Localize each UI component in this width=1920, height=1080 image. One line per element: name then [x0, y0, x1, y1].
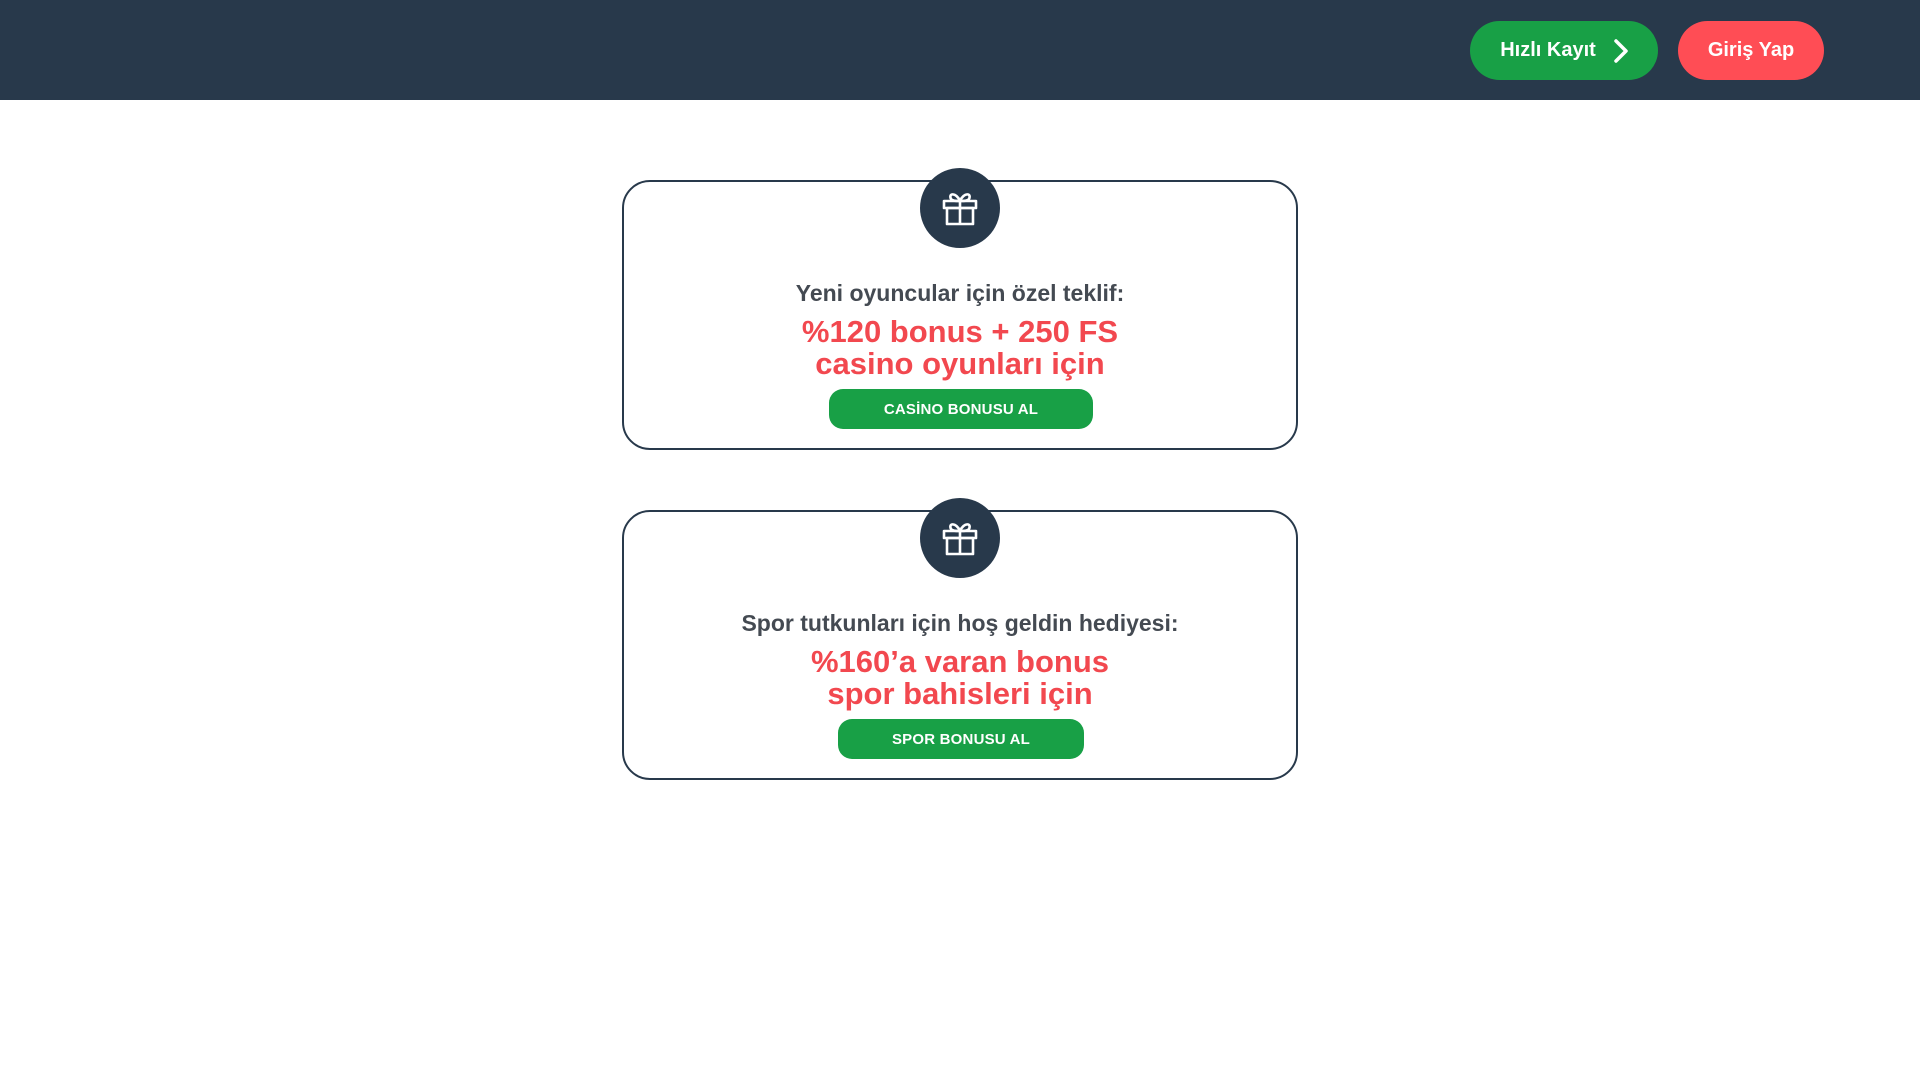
card-subtitle: Yeni oyuncular için özel teklif:	[795, 280, 1125, 306]
quick-register-label: Hızlı Kayıt	[1500, 39, 1596, 61]
sports-bonus-card: Spor tutkunları için hoş geldin hediyesi…	[622, 498, 1298, 780]
gift-icon-svg	[942, 523, 978, 556]
casino-bonus-button-label: CASİNO BONUSU AL	[883, 400, 1039, 418]
offer-headline: %120 bonus + 250 FS casino oyunları için	[624, 316, 1296, 380]
gift-icon	[920, 168, 1000, 248]
sports-bonus-button[interactable]: SPOR BONUSU AL	[838, 719, 1084, 759]
gift-icon	[920, 498, 1000, 578]
sports-bonus-button-label: SPOR BONUSU AL	[891, 730, 1031, 748]
casino-bonus-button[interactable]: CASİNO BONUSU AL	[829, 389, 1093, 429]
offer-line-1: %160’a varan bonus	[810, 644, 1110, 679]
offer-line-2: spor bahisleri için	[827, 676, 1093, 711]
offer-line-1: %120 bonus + 250 FS	[801, 314, 1119, 349]
offer-line-2: casino oyunları için	[815, 346, 1105, 381]
offer-headline: %160’a varan bonus spor bahisleri için	[624, 646, 1296, 710]
login-button[interactable]: Giriş Yap	[1678, 21, 1824, 80]
quick-register-button[interactable]: Hızlı Kayıt	[1470, 21, 1658, 80]
gift-icon-svg	[942, 193, 978, 226]
card-subtitle: Spor tutkunları için hoş geldin hediyesi…	[741, 610, 1179, 636]
login-label: Giriş Yap	[1707, 39, 1795, 61]
top-header: Hızlı Kayıt Giriş Yap	[0, 0, 1920, 100]
chevron-right-icon	[1614, 38, 1628, 63]
casino-bonus-card: Yeni oyuncular için özel teklif: %120 bo…	[622, 168, 1298, 450]
